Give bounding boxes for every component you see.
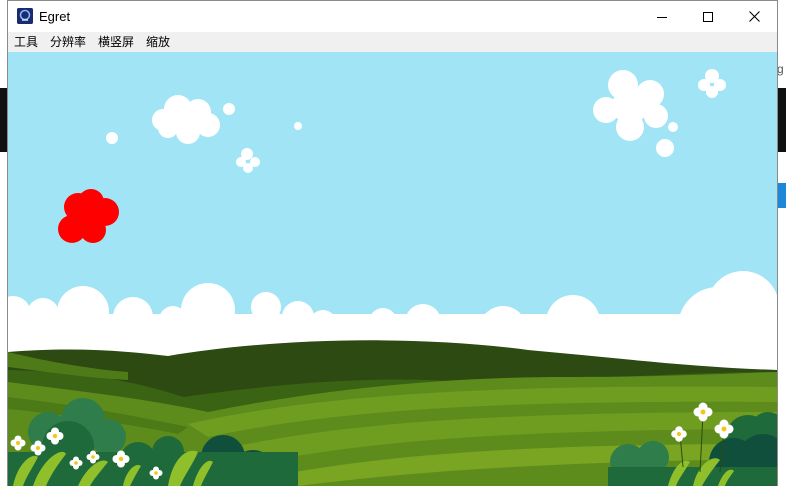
menu-item-orientation[interactable]: 横竖屏	[98, 35, 134, 49]
close-button[interactable]	[731, 1, 777, 32]
game-scene	[8, 52, 777, 486]
menu-bar: 工具 分辨率 横竖屏 缩放	[8, 32, 777, 52]
maximize-icon	[703, 11, 713, 22]
close-icon	[748, 11, 760, 22]
menu-item-resolution[interactable]: 分辨率	[50, 35, 86, 49]
cloud-puff	[106, 132, 118, 144]
cloud-puff	[294, 122, 302, 130]
maximize-button[interactable]	[685, 1, 731, 32]
background-app-bottom	[0, 486, 786, 494]
game-stage[interactable]	[8, 52, 777, 486]
egret-window: Egret 工具 分辨率 横竖屏 缩放	[7, 0, 778, 487]
menu-item-tools[interactable]: 工具	[14, 35, 38, 49]
cloud-puff	[223, 103, 235, 115]
title-bar[interactable]: Egret	[8, 1, 777, 32]
cloud-puff	[668, 122, 678, 132]
window-title: Egret	[39, 9, 71, 24]
minimize-icon	[657, 16, 667, 18]
background-app-text: g	[777, 62, 784, 76]
cloud-puff	[656, 139, 674, 157]
background-app-blue-button	[778, 183, 786, 208]
menu-item-zoom[interactable]: 缩放	[146, 35, 170, 49]
egret-app-icon	[17, 8, 33, 24]
minimize-button[interactable]	[639, 1, 685, 32]
